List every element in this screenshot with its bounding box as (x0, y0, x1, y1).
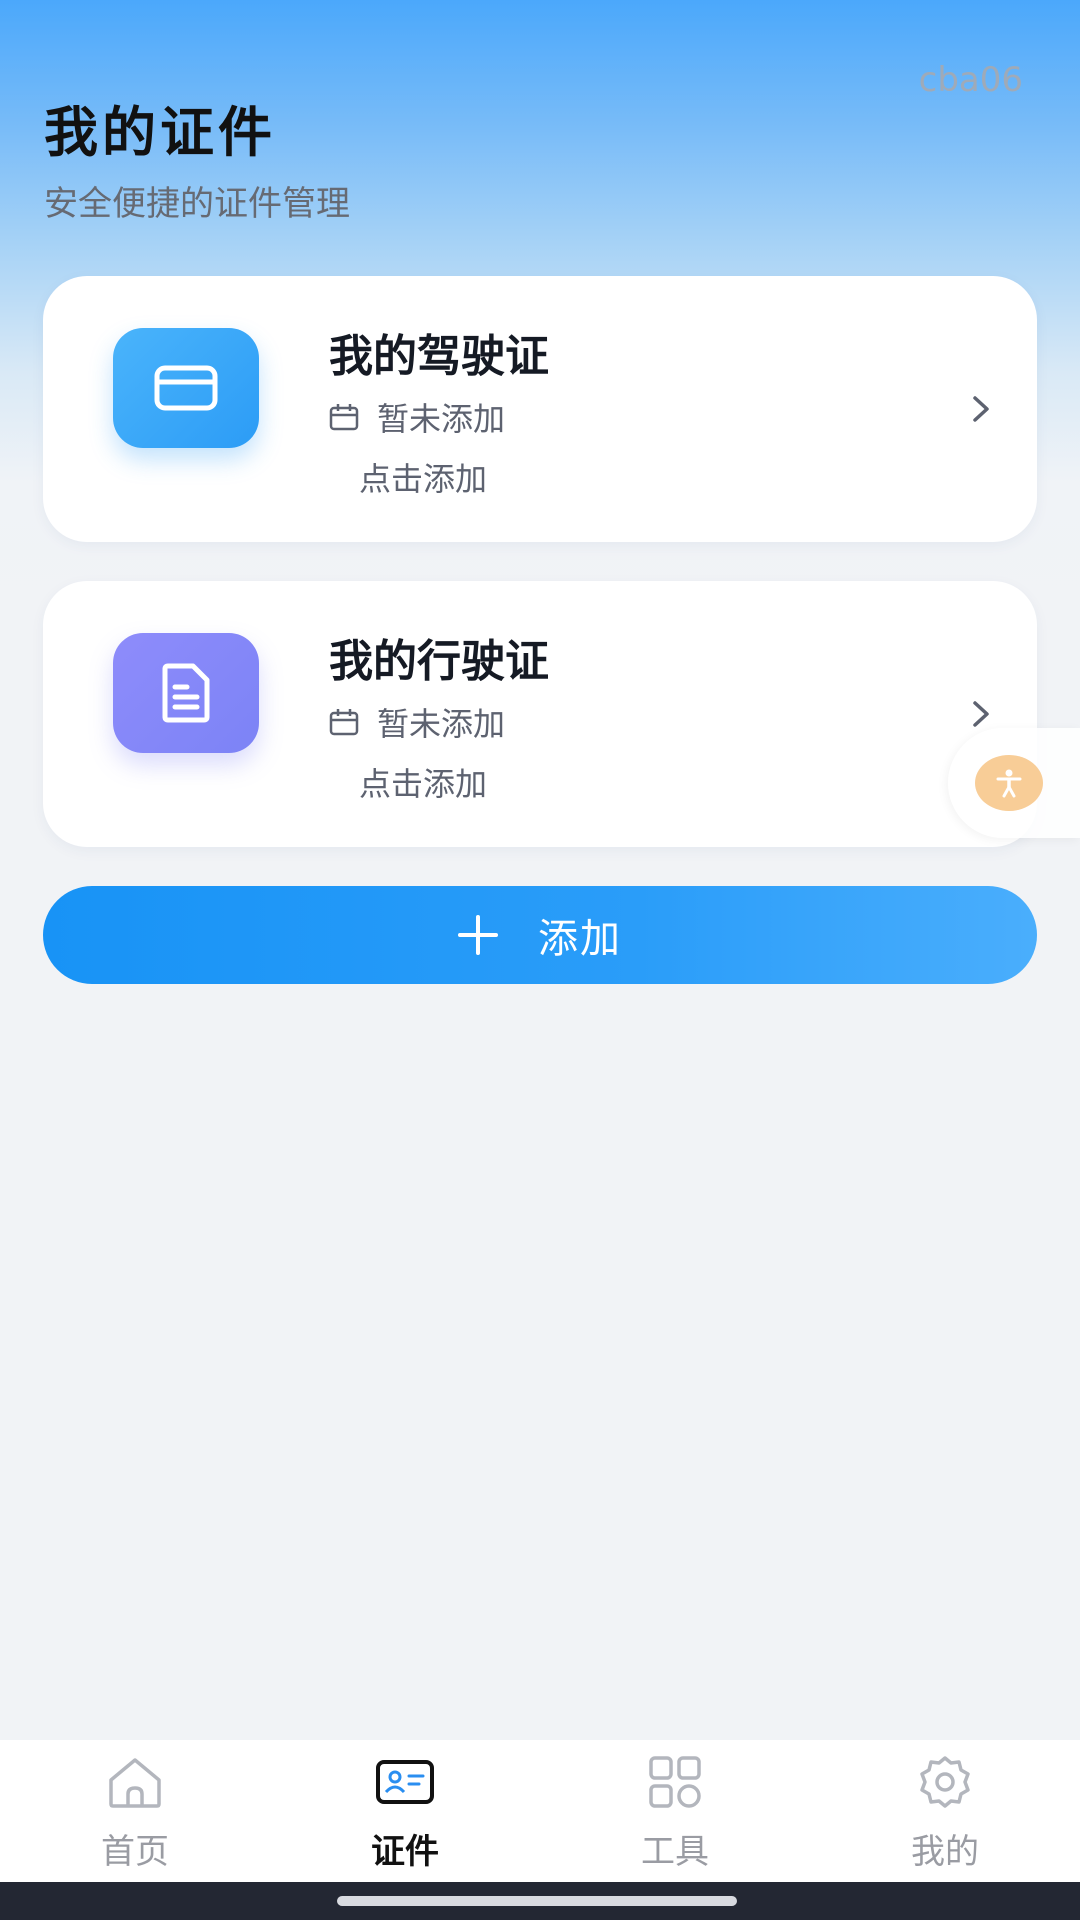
vehicle-license-icon-tile (113, 633, 259, 753)
home-icon (109, 1758, 161, 1808)
chevron-right-icon[interactable] (969, 699, 993, 729)
chevron-right-icon[interactable] (969, 394, 993, 424)
accessibility-button[interactable] (975, 755, 1043, 811)
bottom-tab-bar: 首页 证件 工具 我的 (0, 1740, 1080, 1882)
accessibility-float[interactable] (948, 728, 1080, 838)
credit-card-icon (154, 365, 218, 411)
vehicle-license-card[interactable]: 我的行驶证 暂未添加 点击添加 (43, 581, 1037, 847)
plus-icon (458, 915, 498, 955)
gear-icon (920, 1756, 970, 1808)
driver-license-icon-tile (113, 328, 259, 448)
id-card-icon (376, 1760, 434, 1804)
card-status-text: 暂未添加 (377, 705, 506, 743)
card-status: 暂未添加 (329, 699, 505, 745)
accessibility-icon (996, 769, 1022, 798)
tab-label: 我的 (911, 1832, 979, 1872)
tab-label: 首页 (101, 1832, 169, 1872)
tab-home[interactable]: 首页 (0, 1740, 270, 1882)
watermark-text: cba06 (918, 60, 1023, 100)
document-icon (162, 663, 210, 723)
tab-tools[interactable]: 工具 (540, 1740, 810, 1882)
system-nav-bar (0, 1882, 1080, 1920)
card-status: 暂未添加 (329, 394, 505, 440)
driver-license-card[interactable]: 我的驾驶证 暂未添加 点击添加 (43, 276, 1037, 542)
add-button[interactable]: 添加 (43, 886, 1037, 984)
add-button-label: 添加 (538, 916, 622, 962)
card-status-text: 暂未添加 (377, 400, 506, 438)
page-subtitle: 安全便捷的证件管理 (44, 184, 350, 224)
tab-documents[interactable]: 证件 (270, 1740, 540, 1882)
tab-mine[interactable]: 我的 (810, 1740, 1080, 1882)
grid-icon (649, 1756, 701, 1808)
tab-label: 证件 (371, 1832, 439, 1872)
card-add-link[interactable]: 点击添加 (359, 759, 487, 805)
calendar-icon (329, 404, 359, 431)
page-title: 我的证件 (44, 101, 276, 164)
home-indicator[interactable] (337, 1896, 737, 1906)
card-title: 我的驾驶证 (329, 331, 549, 382)
card-title: 我的行驶证 (329, 636, 549, 687)
tab-label: 工具 (641, 1832, 709, 1872)
card-add-link[interactable]: 点击添加 (359, 454, 487, 500)
calendar-icon (329, 709, 359, 736)
